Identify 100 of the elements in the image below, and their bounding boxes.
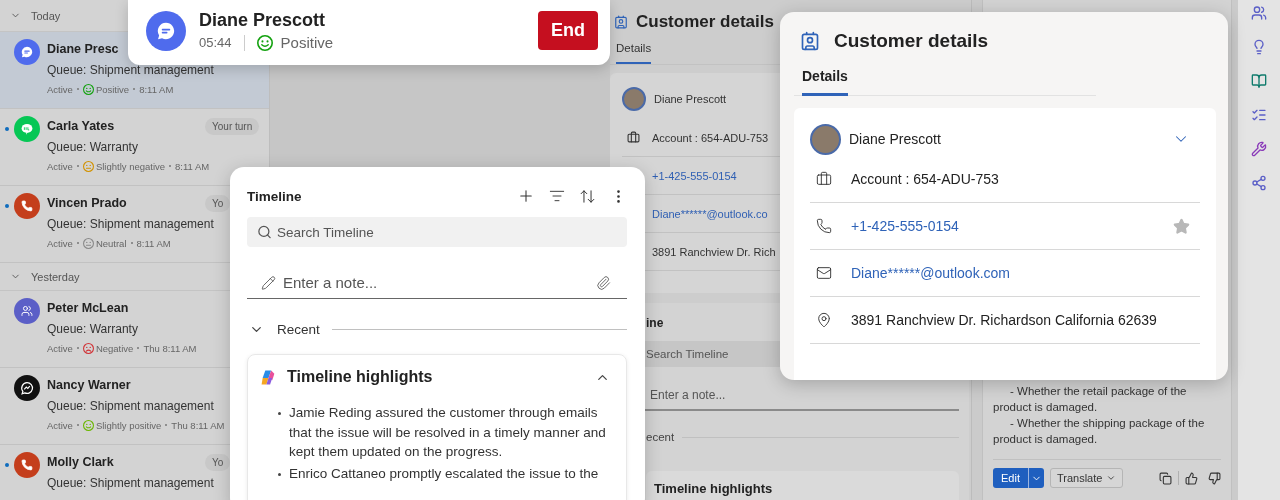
highlights-title: Timeline highlights	[287, 368, 434, 386]
sentiment-label: Slightly negative	[95, 160, 166, 172]
time-label: Thu 8:11 AM	[143, 342, 197, 354]
highlights-title: Timeline highlights	[654, 481, 773, 496]
contact-name: Molly Clark	[47, 455, 114, 469]
end-button[interactable]: End	[538, 11, 598, 50]
highlight-text: Enrico Cattaneo promptly escalated the issue to the	[289, 464, 599, 483]
filter-icon[interactable]	[549, 188, 565, 204]
queue-label: Queue: Warranty	[47, 140, 139, 154]
status-label: Active	[47, 419, 73, 431]
avatar-photo-placeholder	[622, 87, 646, 111]
search-field[interactable]: Search Timeline	[247, 217, 627, 247]
smiley-icon	[82, 83, 94, 95]
time-label: 8:11 AM	[139, 83, 174, 95]
response-text: - Whether the shipping package of the	[1009, 416, 1206, 431]
edit-button[interactable]: Edit	[993, 468, 1028, 488]
briefcase-icon	[816, 171, 832, 187]
turn-badge: Your turn	[205, 117, 260, 135]
star-icon[interactable]	[1173, 217, 1190, 235]
queue-label: Queue: Shipment management	[47, 63, 215, 77]
chat-bubble-avatar-icon	[14, 39, 40, 65]
turn-badge: Yo	[205, 194, 231, 212]
caret-icon	[1106, 473, 1117, 483]
contact-card-icon	[800, 31, 820, 51]
status-label: Active	[47, 83, 73, 95]
contact-name: Nancy Warner	[47, 378, 131, 392]
details-tab[interactable]: Details	[802, 68, 848, 96]
messenger-bubble-avatar-icon	[14, 375, 40, 401]
queue-label: Queue: Shipment management	[47, 476, 215, 490]
panel-title: Customer details	[834, 30, 989, 52]
response-text: product is damaged.	[993, 432, 1099, 447]
search-icon	[257, 224, 272, 240]
caller-name: Diane Prescott	[199, 10, 327, 31]
status-label: Active	[47, 160, 73, 172]
phone-icon	[816, 218, 832, 234]
address-value: 3891 Ranchview Dr. Rich	[652, 245, 776, 258]
thumbs-up-icon[interactable]	[1185, 471, 1198, 485]
contact-name: Vincen Prado	[47, 196, 127, 210]
sentiment-label: Positive	[280, 34, 334, 51]
people-avatar-icon	[14, 298, 40, 324]
queue-label: Queue: Shipment management	[47, 399, 215, 413]
pencil-icon	[261, 275, 276, 291]
note-field[interactable]: Enter a note...	[247, 267, 627, 299]
checklist-icon[interactable]	[1251, 107, 1267, 123]
response-text: product is damaged.	[993, 400, 1099, 415]
sentiment-label: Positive	[95, 83, 130, 95]
email-value[interactable]: Diane******@outlook.co	[652, 207, 768, 220]
account-value: Account : 654-ADU-753	[851, 171, 1000, 187]
panel-title: Customer details	[636, 12, 774, 32]
call-duration: 05:44	[199, 35, 232, 50]
sentiment-label: Negative	[95, 342, 134, 354]
copilot-logo-icon	[260, 368, 277, 386]
contact-name: Diane Presc	[47, 42, 119, 56]
status-label: Active	[47, 342, 73, 354]
account-value: Account : 654-ADU-753	[652, 131, 769, 144]
chat-bubble-avatar-icon	[14, 116, 40, 142]
contact-name: Diane Prescott	[849, 131, 942, 147]
time-label: Thu 8:11 AM	[171, 419, 225, 431]
contact-name: Carla Yates	[47, 119, 115, 133]
phone-avatar-icon	[14, 193, 40, 219]
frown-icon	[82, 342, 94, 354]
sort-icon[interactable]	[579, 187, 596, 205]
smiley-icon	[82, 419, 94, 431]
contact-name: Peter McLean	[47, 301, 129, 315]
phone-value[interactable]: +1-425-555-0154	[652, 169, 737, 182]
response-text: - Whether the retail package of the	[1009, 384, 1188, 399]
share-icon[interactable]	[1251, 175, 1267, 191]
copy-icon[interactable]	[1159, 471, 1172, 485]
timeline-title: ine	[646, 315, 664, 332]
time-label: 8:11 AM	[175, 160, 210, 172]
address-value: 3891 Ranchview Dr. Richardson California 62639	[851, 312, 1158, 328]
avatar-photo-placeholder	[810, 123, 841, 155]
add-icon[interactable]	[517, 187, 535, 205]
paperclip-icon[interactable]	[596, 275, 611, 291]
email-value[interactable]: Diane******@outlook.com	[851, 265, 1190, 281]
sentiment-label: Slightly positive	[95, 419, 162, 431]
wrench-icon[interactable]	[1251, 141, 1267, 157]
contact-card-icon	[614, 15, 628, 29]
time-label: 8:11 AM	[136, 237, 171, 249]
mail-icon	[816, 265, 832, 281]
smiley-icon	[256, 34, 273, 51]
chat-bubble-avatar-icon	[146, 10, 186, 51]
recent-label: ecent	[646, 431, 675, 443]
location-pin-icon	[816, 312, 832, 328]
neutral-face-icon	[82, 237, 94, 249]
neutral-face-icon	[82, 160, 94, 172]
turn-badge: Yo	[205, 453, 231, 471]
people-icon[interactable]	[1251, 5, 1267, 21]
book-icon[interactable]	[1251, 73, 1267, 89]
translate-button[interactable]: Translate	[1049, 468, 1124, 488]
details-tab[interactable]: Details	[616, 42, 652, 64]
contact-name: Diane Prescott	[654, 93, 727, 105]
lightbulb-icon[interactable]	[1251, 39, 1267, 55]
queue-label: Queue: Warranty	[47, 322, 139, 336]
thumbs-down-icon[interactable]	[1208, 471, 1221, 485]
queue-label: Queue: Shipment management	[47, 217, 215, 231]
sentiment-label: Neutral	[95, 237, 127, 249]
briefcase-icon	[627, 131, 640, 144]
highlight-text: Jamie Reding assured the customer through emails that the issue will be resolved in a timely manner and kept them updated on the progress.	[289, 404, 607, 461]
phone-value[interactable]: +1-425-555-0154	[851, 218, 1173, 234]
